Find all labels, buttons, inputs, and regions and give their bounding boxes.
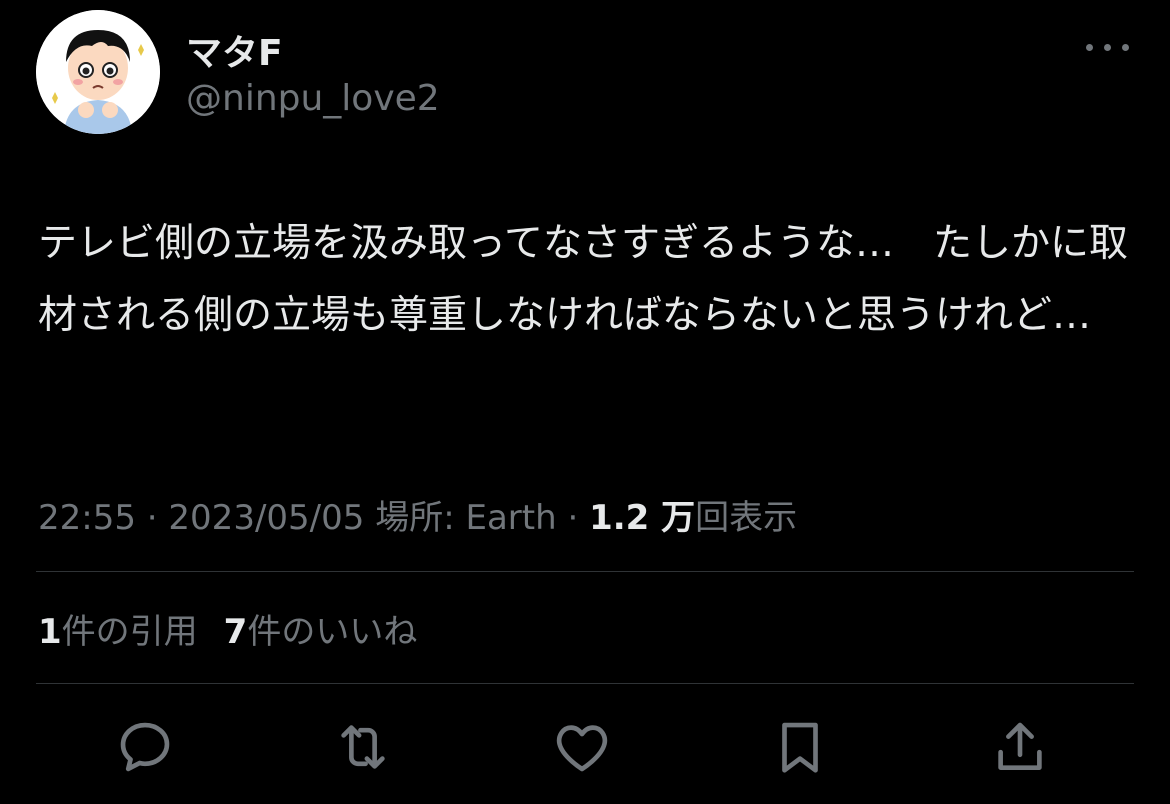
- tweet-time[interactable]: 22:55: [38, 498, 136, 538]
- bookmark-icon: [782, 722, 818, 773]
- meta-separator: ·: [135, 498, 169, 538]
- tweet-meta: 22:55 · 2023/05/05 場所: Earth · 1.2 万回表示: [38, 490, 797, 539]
- share-button[interactable]: [985, 712, 1055, 782]
- author-display-name[interactable]: マタF: [186, 24, 283, 76]
- more-options-icon[interactable]: [1086, 32, 1130, 60]
- quotes-label: 件の引用: [61, 612, 198, 652]
- meta-separator: ·: [556, 498, 590, 538]
- likes-count: 7: [223, 612, 248, 652]
- divider: [36, 571, 1134, 572]
- tweet-date[interactable]: 2023/05/05: [168, 498, 364, 538]
- likes-link[interactable]: 7件のいいね: [224, 612, 418, 652]
- engagement-stats: 1件の引用 7件のいいね: [38, 604, 417, 653]
- author-handle[interactable]: @ninpu_love2: [186, 78, 440, 119]
- views-label: 回表示: [695, 498, 798, 538]
- share-icon: [998, 722, 1042, 770]
- quotes-link[interactable]: 1件の引用: [38, 612, 198, 652]
- heart-icon: [556, 725, 608, 772]
- location-value: Earth: [465, 498, 557, 538]
- location-label: 場所:: [364, 498, 466, 538]
- like-button[interactable]: [547, 712, 617, 782]
- retweet-button[interactable]: [328, 712, 398, 782]
- likes-label: 件のいいね: [247, 612, 418, 652]
- reply-icon: [120, 722, 170, 772]
- tweet-text: テレビ側の立場を汲み取ってなさすぎるような… たしかに取材される側の立場も尊重し…: [38, 221, 1129, 338]
- retweet-icon: [341, 725, 385, 769]
- bookmark-button[interactable]: [765, 712, 835, 782]
- views-count: 1.2 万: [589, 498, 696, 538]
- divider: [36, 683, 1134, 684]
- avatar[interactable]: [36, 10, 160, 134]
- avatar-illustration: [36, 10, 160, 134]
- reply-button[interactable]: [110, 712, 180, 782]
- quotes-count: 1: [38, 612, 62, 652]
